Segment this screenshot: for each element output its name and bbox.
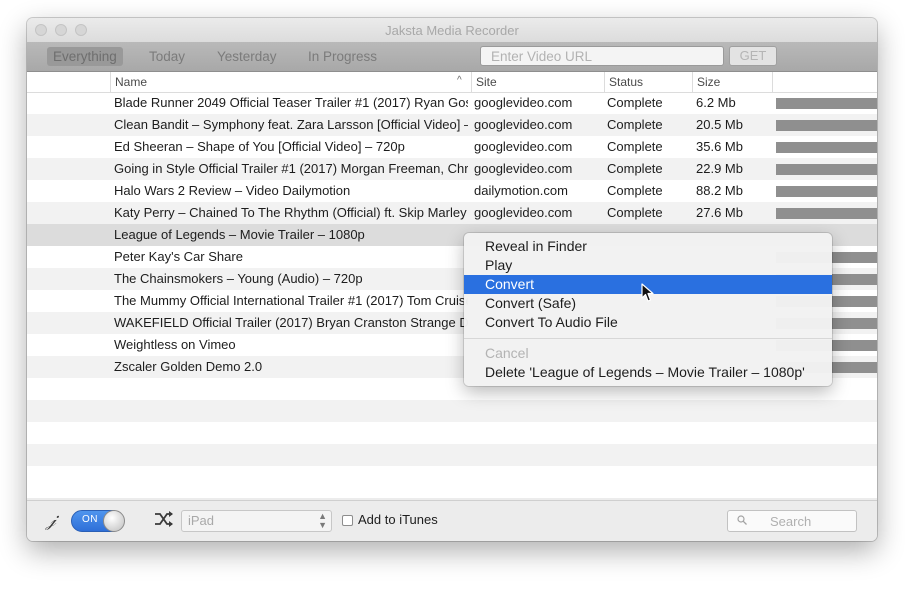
row-name: Going in Style Official Trailer #1 (2017… — [114, 161, 468, 176]
row-name: WAKEFIELD Official Trailer (2017) Bryan … — [114, 315, 468, 330]
shuffle-icon[interactable] — [154, 510, 174, 528]
row-name: Clean Bandit – Symphony feat. Zara Larss… — [114, 117, 468, 132]
row-site: googlevideo.com — [474, 117, 573, 132]
row-name: The Mummy Official International Trailer… — [114, 293, 468, 308]
row-status: Complete — [607, 117, 663, 132]
row-status: Complete — [607, 95, 663, 110]
table-row[interactable]: Ed Sheeran – Shape of You [Official Vide… — [27, 136, 877, 158]
row-progress-bar — [776, 164, 877, 175]
add-to-itunes-label[interactable]: Add to iTunes — [358, 512, 438, 527]
row-size: 27.6 Mb — [696, 205, 743, 220]
row-progress-bar — [776, 120, 877, 131]
row-status: Complete — [607, 161, 663, 176]
row-site: googlevideo.com — [474, 161, 573, 176]
row-name: Zscaler Golden Demo 2.0 — [114, 359, 263, 374]
menu-item-reveal-in-finder[interactable]: Reveal in Finder — [464, 237, 832, 256]
window-title: Jaksta Media Recorder — [385, 23, 519, 38]
tab-everything[interactable]: Everything — [47, 47, 123, 66]
column-header-progress[interactable] — [772, 72, 877, 92]
row-progress-bar — [776, 208, 877, 219]
row-name: Weightless on Vimeo — [114, 337, 236, 352]
table-row[interactable]: Halo Wars 2 Review – Video Dailymotion d… — [27, 180, 877, 202]
add-to-itunes-checkbox[interactable] — [342, 515, 353, 526]
device-select-value: iPad — [188, 513, 215, 528]
row-status: Complete — [607, 205, 663, 220]
get-button[interactable]: GET — [729, 46, 777, 66]
row-size: 20.5 Mb — [696, 117, 743, 132]
device-select[interactable]: iPad ▲ ▼ — [181, 510, 332, 532]
menu-item-convert-to-audio[interactable]: Convert To Audio File — [464, 313, 832, 332]
row-name: Ed Sheeran – Shape of You [Official Vide… — [114, 139, 405, 154]
column-header-name[interactable]: Name — [110, 72, 471, 92]
capture-clip-icon[interactable]: 𝒿 — [46, 510, 56, 531]
empty-row — [27, 466, 877, 488]
menu-separator — [464, 338, 832, 339]
context-menu: Reveal in Finder Play Convert Convert (S… — [464, 233, 832, 386]
row-progress-bar — [776, 142, 877, 153]
table-row[interactable]: Katy Perry – Chained To The Rhythm (Offi… — [27, 202, 877, 224]
search-field[interactable]: Search — [727, 510, 857, 532]
search-icon — [737, 515, 747, 525]
row-progress-bar — [776, 98, 877, 109]
row-status: Complete — [607, 139, 663, 154]
row-name: Peter Kay's Car Share — [114, 249, 243, 264]
toggle-knob — [103, 510, 125, 532]
toolbar: Everything Today Yesterday In Progress G… — [27, 42, 877, 72]
tab-in-progress[interactable]: In Progress — [302, 47, 383, 66]
empty-row — [27, 422, 877, 444]
search-placeholder: Search — [770, 514, 812, 529]
row-size: 6.2 Mb — [696, 95, 736, 110]
title-bar[interactable]: Jaksta Media Recorder — [27, 18, 877, 42]
tab-today[interactable]: Today — [143, 47, 191, 66]
bottom-bar: 𝒿 ON iPad ▲ ▼ Add to iTunes Search — [27, 500, 877, 541]
row-size: 22.9 Mb — [696, 161, 743, 176]
toggle-label: ON — [82, 514, 98, 525]
row-status: Complete — [607, 183, 663, 198]
select-arrows-icon: ▲ ▼ — [318, 511, 327, 530]
row-name: Halo Wars 2 Review – Video Dailymotion — [114, 183, 351, 198]
menu-item-play[interactable]: Play — [464, 256, 832, 275]
table-header: Name ^ Site Status Size — [27, 72, 877, 93]
row-name: Katy Perry – Chained To The Rhythm (Offi… — [114, 205, 467, 220]
menu-item-delete[interactable]: Delete 'League of Legends – Movie Traile… — [464, 363, 832, 382]
column-header-site[interactable]: Site — [471, 72, 604, 92]
column-header-status[interactable]: Status — [604, 72, 692, 92]
empty-row — [27, 444, 877, 466]
row-site: googlevideo.com — [474, 95, 573, 110]
column-header-size[interactable]: Size — [692, 72, 772, 92]
table-row[interactable]: Blade Runner 2049 Official Teaser Traile… — [27, 92, 877, 114]
row-size: 35.6 Mb — [696, 139, 743, 154]
row-site: googlevideo.com — [474, 139, 573, 154]
empty-row — [27, 400, 877, 422]
row-name: Blade Runner 2049 Official Teaser Traile… — [114, 95, 468, 110]
row-name: League of Legends – Movie Trailer – 1080… — [114, 227, 365, 242]
row-site: dailymotion.com — [474, 183, 568, 198]
tab-yesterday[interactable]: Yesterday — [211, 47, 283, 66]
sort-ascending-icon: ^ — [457, 75, 462, 86]
menu-item-cancel: Cancel — [485, 345, 529, 361]
table-row[interactable]: Clean Bandit – Symphony feat. Zara Larss… — [27, 114, 877, 136]
row-size: 88.2 Mb — [696, 183, 743, 198]
table-row[interactable]: Going in Style Official Trailer #1 (2017… — [27, 158, 877, 180]
mouse-pointer-icon — [641, 283, 654, 302]
video-url-input[interactable] — [480, 46, 724, 66]
recording-toggle[interactable]: ON — [71, 510, 125, 532]
column-header-name-label: Name — [115, 75, 148, 89]
row-progress-bar — [776, 186, 877, 197]
row-site: googlevideo.com — [474, 205, 573, 220]
row-name: The Chainsmokers – Young (Audio) – 720p — [114, 271, 363, 286]
